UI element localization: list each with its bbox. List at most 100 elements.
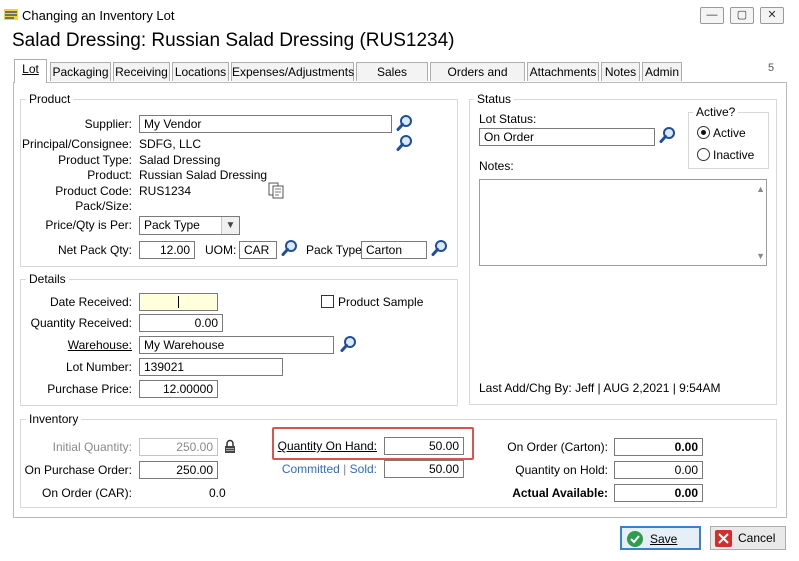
qty-received-label: Quantity Received: (30, 316, 132, 330)
tab-attachments[interactable]: Attachments (527, 62, 599, 81)
price-qty-label: Price/Qty is Per: (45, 218, 132, 232)
minimize-icon: — (706, 9, 718, 21)
product-code-value: RUS1234 (139, 184, 192, 198)
close-window-button[interactable]: ✕ (760, 7, 784, 24)
on-order-carton-field: 0.00 (614, 438, 703, 456)
title-bar: Changing an Inventory Lot — ▢ ✕ (0, 0, 799, 30)
window-title: Changing an Inventory Lot (22, 8, 175, 23)
inventory-group-title: Inventory (26, 412, 82, 426)
active-group-title: Active? (693, 105, 739, 119)
tab-notes[interactable]: Notes (601, 62, 640, 81)
uom-field[interactable]: CAR (239, 241, 277, 259)
active-radio[interactable] (697, 126, 710, 139)
lot-number-label: Lot Number: (65, 360, 132, 374)
lot-status-label: Lot Status: (479, 112, 537, 126)
maximize-icon: ▢ (736, 9, 748, 21)
lot-status-field[interactable]: On Order (479, 128, 655, 146)
last-change-label: Last Add/Chg By: Jeff | AUG 2,2021 | 9:5… (479, 381, 721, 395)
lock-icon[interactable] (223, 439, 237, 454)
notes-label: Notes: (479, 159, 514, 173)
pack-type-field[interactable]: Carton (361, 241, 427, 259)
tab-sales-pricing[interactable]: Sales Pricing (356, 62, 428, 97)
cancel-button[interactable]: Cancel (710, 526, 786, 550)
qty-on-hand-field[interactable]: 50.00 (384, 437, 464, 455)
uom-label: UOM: (205, 243, 237, 257)
text-cursor (178, 296, 179, 308)
app-logo-icon (4, 9, 18, 20)
actual-available-field: 0.00 (614, 484, 703, 502)
close-icon: ✕ (767, 9, 777, 21)
warehouse-search-icon[interactable] (340, 335, 358, 353)
on-po-label: On Purchase Order: (24, 463, 132, 477)
supplier-label: Supplier: (84, 117, 132, 131)
notes-textarea[interactable]: ▲ ▼ (479, 179, 767, 266)
scroll-up-icon[interactable]: ▲ (756, 184, 765, 194)
check-icon (627, 531, 643, 547)
initial-qty-field: 250.00 (139, 438, 218, 456)
pack-type-search-icon[interactable] (431, 239, 449, 257)
purchase-price-label: Purchase Price: (47, 382, 132, 396)
chevron-down-icon: ▼ (221, 217, 239, 234)
lot-status-search-icon[interactable] (659, 126, 677, 144)
net-pack-qty-label: Net Pack Qty: (57, 243, 132, 257)
cancel-x-icon (715, 530, 732, 547)
supplier-search-icon[interactable] (396, 114, 414, 132)
details-group-title: Details (26, 272, 69, 286)
tab-expenses-adjustments[interactable]: Expenses/Adjustments (231, 62, 354, 81)
last-change-value: Jeff | AUG 2,2021 | 9:54AM (575, 381, 721, 395)
inactive-radio-label: Inactive (713, 148, 755, 162)
scroll-down-icon[interactable]: ▼ (756, 251, 765, 261)
lot-number-field[interactable]: 139021 (139, 358, 283, 376)
product-details-icon[interactable] (267, 182, 285, 199)
product-value: Russian Salad Dressing (139, 168, 268, 182)
uom-search-icon[interactable] (281, 239, 299, 257)
tab-count: 5 (768, 62, 775, 74)
pack-size-label: Pack/Size: (75, 199, 132, 213)
product-group-title: Product (26, 92, 74, 106)
product-type-value: Salad Dressing (139, 153, 221, 167)
warehouse-label: Warehouse: (67, 338, 132, 352)
tab-locations[interactable]: Locations (172, 62, 229, 81)
pack-type-label: Pack Type: (306, 243, 366, 257)
committed-link[interactable]: Committed (282, 462, 340, 476)
status-group-title: Status (474, 92, 515, 106)
product-code-label: Product Code: (55, 184, 132, 198)
page-title: Salad Dressing: Russian Salad Dressing (… (12, 30, 455, 51)
tab-lot[interactable]: Lot (14, 59, 47, 83)
actual-available-label: Actual Available: (512, 486, 608, 500)
date-received-field[interactable] (139, 293, 218, 311)
inactive-radio[interactable] (697, 148, 710, 161)
save-button[interactable]: Save (620, 526, 701, 550)
date-received-label: Date Received: (49, 295, 132, 309)
tab-orders-and-bols[interactable]: Orders and BOLs (430, 62, 525, 97)
on-order-car-value: 0.0 (209, 486, 226, 500)
on-po-field[interactable]: 250.00 (139, 461, 218, 479)
tab-packaging[interactable]: Packaging (50, 62, 111, 81)
qty-received-field[interactable]: 0.00 (139, 314, 223, 332)
warehouse-field[interactable]: My Warehouse (139, 336, 334, 354)
purchase-price-field[interactable]: 12.00000 (139, 380, 218, 398)
product-type-label: Product Type: (58, 153, 132, 167)
minimize-button[interactable]: — (700, 7, 724, 24)
qty-on-hold-field[interactable]: 0.00 (614, 461, 703, 479)
principal-search-icon[interactable] (396, 134, 414, 152)
tab-receiving[interactable]: Receiving (113, 62, 170, 81)
principal-label: Principal/Consignee: (21, 137, 132, 151)
tab-admin[interactable]: Admin (642, 62, 682, 81)
supplier-field[interactable]: My Vendor (139, 115, 392, 133)
principal-value: SDFG, LLC (139, 137, 202, 151)
active-radio-label: Active (713, 126, 746, 140)
on-order-carton-label: On Order (Carton): (507, 440, 608, 454)
committed-sold-field: 50.00 (384, 460, 464, 478)
committed-sold-label: Committed | Sold: (281, 462, 377, 476)
net-pack-qty-field[interactable]: 12.00 (139, 241, 195, 259)
qty-on-hold-label: Quantity on Hold: (515, 463, 608, 477)
on-order-car-label: On Order (CAR): (41, 486, 132, 500)
product-sample-checkbox[interactable] (321, 295, 334, 308)
qty-on-hand-label: Quantity On Hand: (277, 439, 377, 453)
price-qty-select[interactable]: Pack Type ▼ (139, 216, 240, 235)
initial-qty-label: Initial Quantity: (52, 440, 132, 454)
product-label: Product: (87, 168, 132, 182)
sold-link[interactable]: Sold: (350, 462, 377, 476)
maximize-button[interactable]: ▢ (730, 7, 754, 24)
